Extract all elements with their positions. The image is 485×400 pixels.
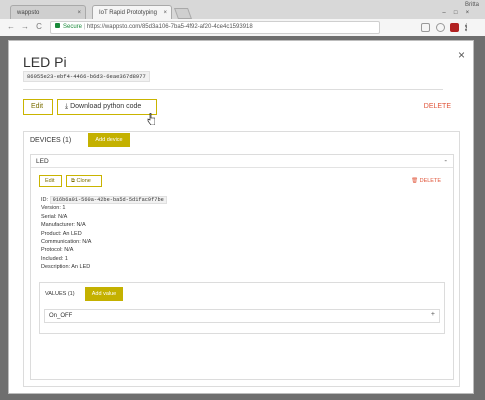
delete-label: DELETE [419,178,441,184]
value-row[interactable]: On_OFF + [44,309,440,323]
device-name: LED [36,158,49,165]
menu-icon[interactable] [465,23,468,32]
delete-network-button[interactable]: DELETE [424,103,451,110]
expand-icon[interactable]: + [431,311,435,318]
prop-serial: Serial: N/A [41,213,68,220]
new-tab-button[interactable] [173,8,193,19]
device-properties: ID: 916b6a01-560a-42be-ba5d-5d1fac9f7be … [41,196,167,272]
prop-included: Included: 1 [41,255,68,262]
lock-icon [55,23,60,28]
browser-chrome: wappsto × IoT Rapid Prototyping × Britta… [0,0,485,36]
close-window-icon[interactable]: × [462,10,472,16]
maximize-icon[interactable]: □ [451,10,461,16]
window-controls: – □ × [439,10,479,16]
device-clone-button[interactable]: ⧉ Clone [66,175,102,187]
close-icon[interactable]: × [458,48,465,62]
reload-icon[interactable]: C [34,22,44,32]
forward-icon[interactable]: → [20,22,30,32]
values-header: VALUES (1) [45,291,75,297]
device-delete-button[interactable]: 🗑 DELETE [411,178,441,184]
prop-description: Description: An LED [41,264,91,271]
download-python-button[interactable]: ⤓ Download python code [57,99,157,115]
tab-strip: wappsto × IoT Rapid Prototyping × [0,2,485,20]
toolbar-icons [417,23,477,33]
hand-cursor-icon [147,113,155,125]
prop-version: Version: 1 [41,205,66,212]
back-icon[interactable]: ← [6,22,16,32]
prop-manufacturer: Manufacturer: N/A [41,222,86,229]
prop-protocol: Protocol: N/A [41,247,74,254]
device-id-value: 916b6a01-560a-42be-ba5d-5d1fac9f7be [49,196,167,204]
page-title: LED Pi [23,54,67,70]
download-icon: ⤓ [65,103,69,110]
devices-panel: DEVICES (1) Add device LED - Edit ⧉ Clon… [23,131,460,387]
add-value-button[interactable]: Add value [85,287,123,301]
value-name: On_OFF [49,313,73,319]
prop-product: Product: An LED [41,230,82,237]
add-device-button[interactable]: Add device [88,133,130,147]
edit-button[interactable]: Edit [23,99,53,115]
star-icon[interactable] [421,23,430,32]
device-modal: × LED Pi 86055e23-ebf4-4466-b6d3-6eae367… [8,40,474,394]
tab-iot-rapid-prototyping[interactable]: IoT Rapid Prototyping × [92,5,172,20]
user-name: Britta [464,2,479,8]
divider [23,89,443,90]
minimize-icon[interactable]: – [439,10,449,16]
collapse-icon[interactable]: - [444,156,447,165]
tab-label: IoT Rapid Prototyping [99,10,157,16]
prop-id: ID: 916b6a01-560a-42be-ba5d-5d1fac9f7be [41,196,167,204]
tab-label: wappsto [17,10,40,16]
network-uuid: 86055e23-ebf4-4466-b6d3-6eae367d8977 [23,71,150,82]
extension-icon[interactable] [435,23,445,32]
device-edit-button[interactable]: Edit [39,175,62,187]
pdf-extension-icon[interactable] [450,23,460,32]
secure-label: Secure [63,24,83,30]
clone-label: Clone [76,178,91,184]
trash-icon: 🗑 [411,178,420,184]
device-header[interactable]: LED - [31,155,453,168]
address-bar-row: ← → C Secure | https://wappsto.com/85d3a… [0,19,485,36]
prop-id-label: ID: [41,197,49,203]
prop-communication: Communication: N/A [41,239,92,246]
tab-wappsto[interactable]: wappsto × [10,5,86,20]
devices-header: DEVICES (1) [30,137,72,144]
device-card: LED - Edit ⧉ Clone 🗑 DELETE ID: 916b6a01… [30,154,454,380]
download-label: Download python code [70,103,142,110]
url-input[interactable]: Secure | https://wappsto.com/85d3a106-7b… [50,21,380,34]
url-text: https://wappsto.com/85d3a106-7ba5-4f92-a… [86,24,253,30]
values-panel: VALUES (1) Add value On_OFF + [39,282,445,334]
